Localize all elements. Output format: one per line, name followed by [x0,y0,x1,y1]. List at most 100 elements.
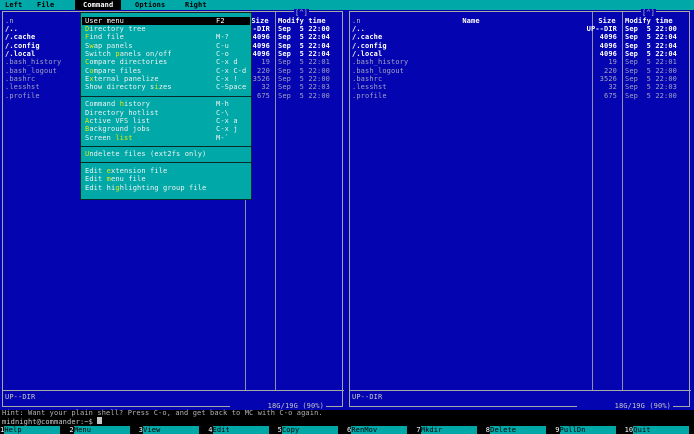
menu-hotkey-letter: U [85,150,90,159]
file-row-cache[interactable]: /.cache 4096 Sep 5 22:04 [347,33,694,41]
menu-separator [81,162,251,164]
file-size: UP--DIR [586,24,617,33]
fkey-2-menu[interactable]: Menu [73,425,130,434]
menubar-item-left[interactable]: Left [5,0,22,10]
file-name: /.cache [5,33,36,42]
column-header-mtime[interactable]: Modify time [278,17,326,25]
file-row-local[interactable]: /.local 4096 Sep 5 22:04 [347,50,694,58]
menu-item-find-file[interactable]: Find file M-? [82,33,250,41]
menu-item-label: Find file [85,33,125,42]
file-name: /.config [352,41,387,50]
menubar-item-file[interactable]: File [37,0,54,10]
menu-item-directory-tree[interactable]: Directory tree [82,25,250,33]
menu-item-label: Switch panels on/off [85,50,172,59]
menu-hotkey-letter: A [85,116,90,125]
menu-item-label: Compare files [85,66,142,75]
menu-item-label: Show directory sizes [85,83,172,92]
menubar-item-options[interactable]: Options [135,0,165,10]
fkey-5-copy[interactable]: Copy [281,425,338,434]
column-header-size[interactable]: Size [593,17,621,25]
menu-hotkey-letter: C [85,58,90,67]
file-mtime: Sep 5 22:00 [625,66,678,75]
file-row-bashrc[interactable]: .bashrc 3526 Sep 5 22:00 [347,75,694,83]
file-mtime: Sep 5 22:04 [625,33,678,42]
menu-item-switch-panels-on-off[interactable]: Switch panels on/off C-o [82,50,250,58]
menu-item-edit-menu-file[interactable]: Edit menu file [82,175,250,183]
fkey-1-help[interactable]: Help [4,425,61,434]
menu-hotkey-letter: B [85,125,90,134]
file-row-bash-logout[interactable]: .bash_logout 220 Sep 5 22:00 [347,67,694,75]
menu-separator [81,145,251,147]
column-header-mtime[interactable]: Modify time [625,17,673,25]
fkey-8-delete[interactable]: Delete [490,425,547,434]
menu-hotkey-letter: e [106,166,112,175]
mini-status: UP--DIR [5,392,36,401]
file-row-bash-history[interactable]: .bash_history 19 Sep 5 22:01 [347,58,694,66]
fkey-6-renmov[interactable]: RenMov [351,425,408,434]
file-mtime: Sep 5 22:00 [278,91,331,100]
menu-hotkey-letter: g [115,183,120,192]
file-mtime: Sep 5 22:00 [625,74,678,83]
file-mtime: Sep 5 22:03 [625,83,678,92]
cursor-block [97,417,102,425]
menu-item-label: Screen list [85,133,133,142]
fkey-10-quit[interactable]: Quit [633,425,690,434]
file-mtime: Sep 5 22:00 [278,66,331,75]
menu-item-show-directory-sizes[interactable]: Show directory sizes C-Space [82,83,250,91]
file-row-updir[interactable]: /.. UP--DIR Sep 5 22:00 [347,25,694,33]
menu-item-compare-directories[interactable]: Compare directories C-x d [82,58,250,66]
file-mtime: Sep 5 22:04 [278,33,331,42]
menubar-item-right[interactable]: Right [185,0,207,10]
menubar: Left File Command Options Right [0,0,694,10]
free-space-indicator: 18G/19G (90%) [577,401,673,410]
menu-item-command-history[interactable]: Command history M-h [82,100,250,108]
file-name: .bash_logout [352,66,405,75]
fkey-7-mkdir[interactable]: Mkdir [420,425,477,434]
menu-hotkey-letter: m [106,175,112,184]
right-panel[interactable]: [^] .n Name Size Modify time UP--DIR 18G… [347,9,694,410]
menu-item-shortcut: C-x C-d [216,66,247,75]
menu-item-shortcut: C-Space [216,83,247,92]
menu-item-label: Background jobs [85,125,151,134]
menu-item-shortcut: C-u [216,41,230,50]
file-row-lesshst[interactable]: .lesshst 32 Sep 5 22:03 [347,83,694,91]
menu-item-directory-hotlist[interactable]: Directory hotlist C-\ [82,109,250,117]
fkey-3-view[interactable]: View [143,425,200,434]
file-mtime: Sep 5 22:03 [278,83,331,92]
menu-item-background-jobs[interactable]: Background jobs C-x j [82,125,250,133]
file-row-config[interactable]: /.config 4096 Sep 5 22:04 [347,42,694,50]
menubar-item-command[interactable]: Command [75,0,122,10]
file-mtime: Sep 5 22:00 [625,24,678,33]
menu-hotkey-letter: list [115,133,133,142]
fkey-4-edit[interactable]: Edit [212,425,269,434]
menu-item-edit-highlighting-group-file[interactable]: Edit highlighting group file [82,184,250,192]
menu-hotkey-letter: i [154,83,159,92]
fkey-9-pulldn[interactable]: PullDn [559,425,616,434]
menu-item-swap-panels[interactable]: Swap panels C-u [82,42,250,50]
file-name: /.local [352,49,383,58]
mc-screen: Left File Command Options Right [^] .n Name … [0,0,694,434]
menu-item-shortcut: M-` [216,133,230,142]
menu-item-external-panelize[interactable]: External panelize C-x ! [82,75,250,83]
file-name: .bash_logout [5,66,58,75]
file-size: 220 [603,66,617,75]
menu-item-compare-files[interactable]: Compare files C-x C-d [82,67,250,75]
menu-item-undelete-files-ext2fs-only[interactable]: Undelete files (ext2fs only) [82,150,250,158]
menu-item-shortcut: F2 [216,16,225,25]
file-mtime: Sep 5 22:00 [278,24,331,33]
menu-item-shortcut: C-\ [216,108,230,117]
menu-item-edit-extension-file[interactable]: Edit extension file [82,167,250,175]
file-size: 4096 [599,33,617,42]
menu-item-label: Active VFS list [85,116,151,125]
column-header-name[interactable]: Name [357,17,585,25]
file-size: 4096 [599,49,617,58]
menu-item-user-menu[interactable]: User menu F2 [82,16,250,26]
menu-separator [81,95,251,97]
menu-item-active-vfs-list[interactable]: Active VFS list C-x a [82,117,250,125]
menu-item-screen-list[interactable]: Screen list M-` [82,134,250,142]
file-row-profile[interactable]: .profile 675 Sep 5 22:00 [347,92,694,100]
mini-status: UP--DIR [352,392,383,401]
command-dropdown-menu: User menu F2 Directory tree Find file M-? Swa… [80,12,252,200]
menu-item-label: Edit extension file [85,166,168,175]
menu-item-shortcut: M-? [216,33,230,42]
